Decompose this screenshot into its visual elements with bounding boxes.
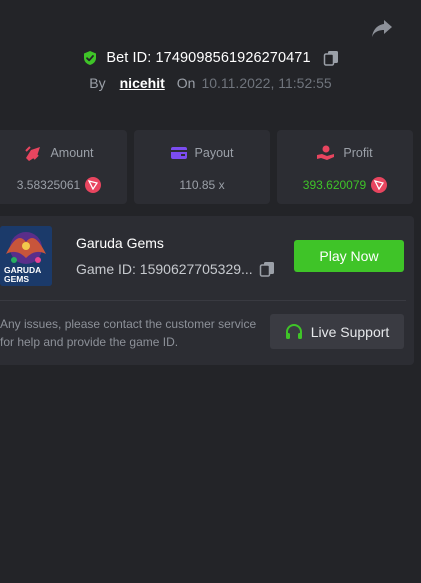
payout-card: Payout 110.85 x <box>134 130 270 204</box>
rocket-icon <box>25 146 41 161</box>
wallet-icon <box>170 147 187 159</box>
bet-id: Bet ID: 1749098561926270471 <box>106 50 311 66</box>
on-label: On <box>176 75 196 91</box>
trx-coin-icon <box>371 177 388 193</box>
share-icon[interactable] <box>370 17 394 39</box>
stats-row: Amount 3.58325061 Payout 110.85 x Profit… <box>0 130 413 204</box>
amount-value: 3.58325061 <box>16 178 81 192</box>
thumb-line2: GEMS <box>4 274 29 284</box>
game-id-row: Game ID: 1590627705329... <box>76 261 275 277</box>
payout-value: 110.85 x <box>179 178 225 192</box>
copy-icon[interactable] <box>259 261 275 277</box>
game-thumbnail[interactable]: GARUDA GEMS <box>0 226 52 286</box>
username-link[interactable]: nicehit <box>120 75 165 91</box>
headset-icon <box>285 323 302 339</box>
game-title: Garuda Gems <box>76 235 164 251</box>
divider <box>0 300 406 301</box>
profit-value: 393.620079 <box>302 178 367 192</box>
game-id: Game ID: 1590627705329... <box>76 261 253 277</box>
play-now-button[interactable]: Play Now <box>294 240 404 272</box>
payout-label: Payout <box>194 146 234 160</box>
by-label: By <box>89 75 106 91</box>
trx-coin-icon <box>85 177 102 193</box>
profit-card: Profit 393.620079 <box>277 130 413 204</box>
help-text: Any issues, please contact the customer … <box>0 317 257 349</box>
bet-datetime: 10.11.2022, 11:52:55 <box>201 75 332 91</box>
live-support-button[interactable]: Live Support <box>270 314 404 349</box>
bet-detail-panel: Bet ID: 1749098561926270471 By nicehit O… <box>0 0 421 583</box>
hand-coin-icon <box>317 145 335 160</box>
verified-shield-icon <box>84 51 97 65</box>
bet-meta-row: By nicehit On 10.11.2022, 11:52:55 <box>0 73 421 93</box>
game-card: GARUDA GEMS Garuda Gems Game ID: 1590627… <box>0 216 414 365</box>
amount-card: Amount 3.58325061 <box>0 130 127 204</box>
profit-label: Profit <box>343 146 373 160</box>
amount-label: Amount <box>50 146 94 160</box>
bet-id-row: Bet ID: 1749098561926270471 <box>0 47 421 69</box>
live-support-label: Live Support <box>310 323 390 340</box>
copy-icon[interactable] <box>323 50 339 66</box>
